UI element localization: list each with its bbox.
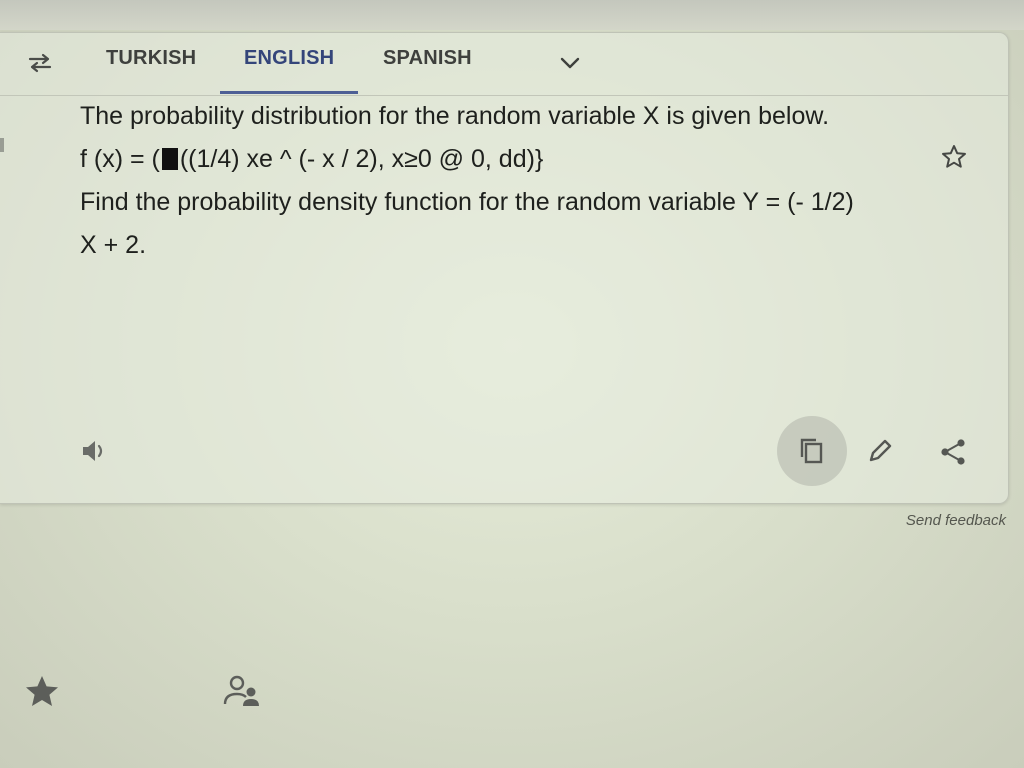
translation-line-3: Find the probability density function fo… xyxy=(80,188,854,216)
translation-line-1: The probability distribution for the ran… xyxy=(80,102,830,130)
translation-line-2: f (x) = ( ((1/4) xe ^ (- x / 2), x≥0 @ 0,… xyxy=(80,138,920,181)
language-tab-bar: TURKISH ENGLISH SPANISH xyxy=(0,33,1008,96)
translation-line-2-prefix: f (x) = ( xyxy=(80,145,160,173)
star-outline-icon[interactable] xyxy=(940,143,968,171)
speaker-icon[interactable] xyxy=(80,437,110,465)
translation-output: The probability distribution for the ran… xyxy=(80,95,920,267)
star-filled-icon[interactable] xyxy=(22,672,62,712)
swap-languages-icon[interactable] xyxy=(26,53,54,73)
people-icon[interactable] xyxy=(220,672,266,712)
translation-line-2-suffix: ((1/4) xe ^ (- x / 2), x≥0 @ 0, dd)} xyxy=(179,145,544,173)
share-icon[interactable] xyxy=(938,437,968,467)
copy-icon xyxy=(800,438,823,464)
copy-button[interactable] xyxy=(777,416,847,486)
pencil-icon[interactable] xyxy=(866,437,894,465)
tab-spanish[interactable]: SPANISH xyxy=(383,47,472,70)
send-feedback-link[interactable]: Send feedback xyxy=(906,512,1006,529)
unrendered-glyph-box xyxy=(161,148,178,170)
browser-top-strip xyxy=(0,0,1024,30)
tab-turkish[interactable]: TURKISH xyxy=(106,47,196,70)
active-tab-indicator xyxy=(220,91,358,94)
translation-line-4: X + 2. xyxy=(80,231,147,259)
chevron-down-icon[interactable] xyxy=(558,53,582,73)
tab-english[interactable]: ENGLISH xyxy=(244,47,334,70)
